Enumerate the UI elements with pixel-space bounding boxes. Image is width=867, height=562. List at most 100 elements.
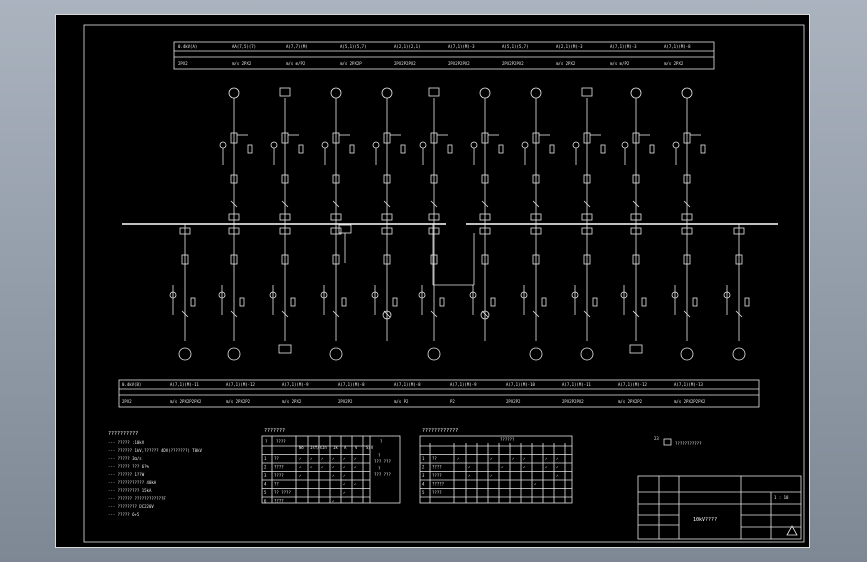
table2-cell: 1 xyxy=(422,456,425,461)
current-transformer-symbol xyxy=(270,141,278,149)
table1-check-cell: ✓ xyxy=(343,465,346,470)
fuse-symbol xyxy=(392,297,398,307)
table1-cell: 4 xyxy=(264,482,267,487)
transformer-symbol xyxy=(529,347,543,361)
bottom-table-cell: m/s 2PX2P2 xyxy=(226,399,251,404)
transformer-symbol xyxy=(178,347,192,361)
note-line: --- ?????? ????????????F xyxy=(108,496,166,501)
table2-check-cell: ✓ xyxy=(523,456,526,461)
table1-cell: ?? xyxy=(274,482,279,487)
table2-check-cell: ✓ xyxy=(534,482,537,487)
table1-cell: 5 xyxy=(264,490,267,495)
bottom-switchgear-table: 0.4kV(B) A(7,1)(M)-11 A(7,1)(M)-12 A(7,1… xyxy=(118,379,760,408)
drawing-sheet: 0.4kV(A) AA(7,5)(7) A(7,7)(M) A(5,1)(5,7… xyxy=(55,14,810,548)
feeder-terminal-box xyxy=(581,87,593,97)
top-table-cell: A(7,1)(M)-3 xyxy=(610,44,637,49)
table1-cell: ???? xyxy=(274,499,284,504)
table1-cell: ???? xyxy=(274,473,284,478)
transformer-symbol xyxy=(329,347,343,361)
upper-feeder xyxy=(219,87,253,224)
current-transformer-symbol xyxy=(372,141,380,149)
bottom-table-cell: A(7,1)(M)-13 xyxy=(674,382,703,387)
fuse-symbol xyxy=(239,297,245,307)
table2-group-label: ?????? xyxy=(500,437,515,442)
table1-check-cell: ✓ xyxy=(332,473,335,478)
bottom-table-cell: A(7,1)(M)-9 xyxy=(282,382,309,387)
bottom-table-cell: m/s P2 xyxy=(394,399,409,404)
top-table-cell: A(7,1)(M)-3 xyxy=(448,44,475,49)
table2-cell: 2 xyxy=(422,465,425,470)
drawing-frame xyxy=(83,24,805,543)
fuse-symbol xyxy=(700,144,706,154)
table2-check-cell: ✓ xyxy=(457,456,460,461)
fuse-symbol xyxy=(641,297,647,307)
bottom-table-cell: A(7,1)(M)-11 xyxy=(170,382,199,387)
note-line: --- ??????????? 40kA xyxy=(108,480,157,485)
top-table-cell: 2PX2P2PX2 xyxy=(448,61,470,66)
fuse-symbol xyxy=(592,297,598,307)
lower-feeder xyxy=(371,224,398,341)
protection-table-2: ???????????? ?????? 1?? ✓ ✓ ✓ ✓ ✓ ✓ 2???? ✓ ✓ ✓ ✓ ✓ 3… xyxy=(419,428,573,504)
fuse-symbol xyxy=(692,297,698,307)
transformer-symbol xyxy=(427,347,441,361)
current-transformer-symbol xyxy=(672,141,680,149)
table1-side-note: ??? ??? xyxy=(374,472,391,477)
note-line: --- ???????? DC220V xyxy=(108,504,154,509)
generator-symbol xyxy=(228,87,240,99)
table2-cell: ???? xyxy=(432,490,442,495)
lower-feeder xyxy=(723,224,750,361)
upper-feeder xyxy=(470,87,504,224)
fuse-symbol xyxy=(247,144,253,154)
table2-check-cell: ✓ xyxy=(501,465,504,470)
transformer-symbol xyxy=(680,347,694,361)
bottom-table-cell: A(7,1)(M)-10 xyxy=(506,382,535,387)
transformer-symbol xyxy=(732,347,746,361)
table2-check-cell: ✓ xyxy=(512,456,515,461)
table1-check-cell: ✓ xyxy=(354,482,357,487)
table2-cell: ???? xyxy=(432,465,442,470)
bottom-table-cell: 2PX2P2PX2 xyxy=(562,399,584,404)
upper-feeder-group xyxy=(219,87,706,224)
lower-feeder xyxy=(620,224,647,354)
bottom-table-cell: A(7,1)(M)-11 xyxy=(562,382,591,387)
top-table-cell: m/s 2PX2 xyxy=(232,61,252,66)
bottom-table-cell: 2PX2P2 xyxy=(506,399,521,404)
table2-cell: ????? xyxy=(432,482,445,487)
fuse-symbol xyxy=(439,297,445,307)
top-switchgear-table: 0.4kV(A) AA(7,5)(7) A(7,7)(M) A(5,1)(5,7… xyxy=(173,41,715,70)
bottom-table-cell: 0.4kV(B) xyxy=(122,382,141,387)
table1-check-cell: ✓ xyxy=(354,456,357,461)
bottom-table-cell: A(7,1)(M)-8 xyxy=(338,382,365,387)
top-table-cell: 0.4kV(A) xyxy=(178,44,197,49)
top-table-cell: A(7,1)(M)-8 xyxy=(664,44,691,49)
upper-feeder xyxy=(621,87,655,224)
feeder-terminal-box xyxy=(428,87,440,97)
generator-symbol xyxy=(681,87,693,99)
legend-text: ??????????? xyxy=(675,441,702,446)
upper-feeder xyxy=(572,87,606,224)
top-table-cell: AA(7,5)(7) xyxy=(232,44,256,49)
fuse-symbol xyxy=(744,297,750,307)
transformer-symbol xyxy=(580,347,594,361)
upper-feeder xyxy=(419,87,453,224)
bottom-table-cell: A(7,1)(M)-8 xyxy=(394,382,421,387)
table2-check-cell: ✓ xyxy=(468,465,471,470)
single-line-diagram: 0.4kV(A) AA(7,5)(7) A(7,7)(M) A(5,1)(5,7… xyxy=(83,24,805,543)
note-line: --- ????????? 15kA xyxy=(108,488,152,493)
top-table-cell: m/s m/P2 xyxy=(610,61,630,66)
fuse-symbol xyxy=(447,144,453,154)
table2-cell: 5 xyxy=(422,490,425,495)
top-table-cell: A(2,1)(2,1) xyxy=(394,44,421,49)
fuse-symbol xyxy=(490,297,496,307)
generator-symbol xyxy=(479,87,491,99)
table1-cell: ?? xyxy=(274,456,279,461)
table1-check-cell: ✓ xyxy=(343,456,346,461)
top-table-cell: m/s m/P2 xyxy=(286,61,306,66)
table1-check-cell: ✓ xyxy=(332,465,335,470)
table2-check-cell: ✓ xyxy=(490,456,493,461)
fuse-symbol xyxy=(400,144,406,154)
legend-symbol xyxy=(663,438,672,446)
table2-check-cell: ✓ xyxy=(556,473,559,478)
generator-symbol xyxy=(330,87,342,99)
lower-feeder xyxy=(418,224,445,361)
